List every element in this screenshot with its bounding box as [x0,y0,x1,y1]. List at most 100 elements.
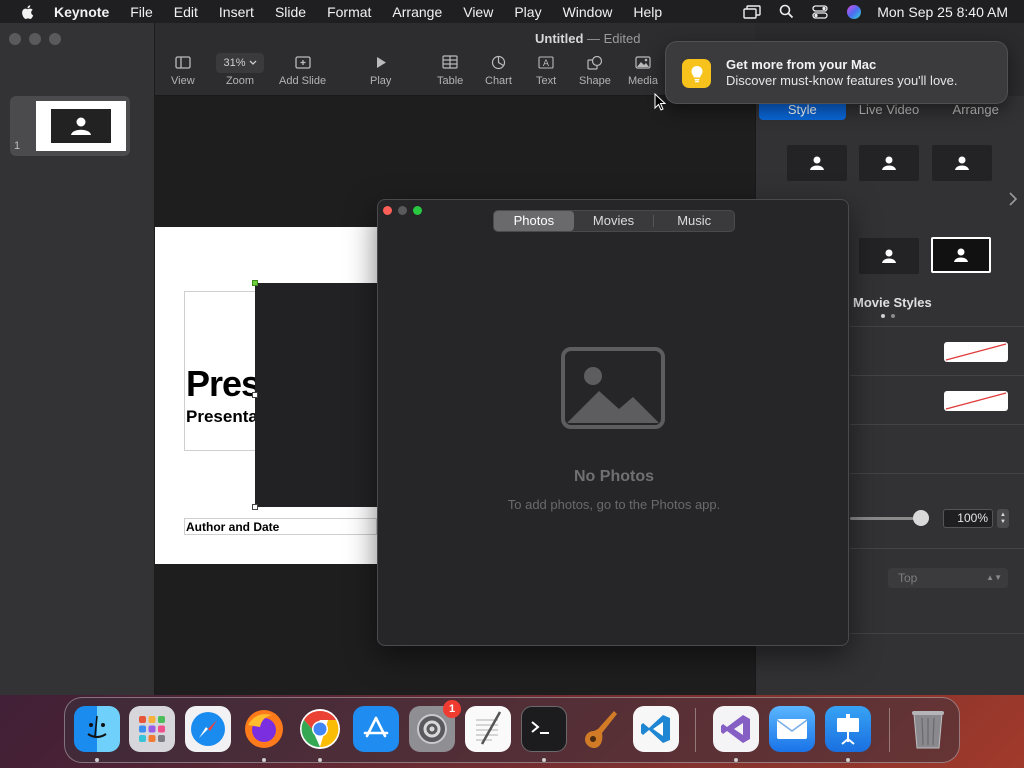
menu-clock[interactable]: Mon Sep 25 8:40 AM [877,4,1008,20]
menu-window[interactable]: Window [563,4,613,20]
divider [850,548,1024,549]
movie-style-3[interactable] [932,145,992,181]
movie-style-6-selected[interactable] [931,237,991,273]
add-slide-button[interactable]: Add Slide [279,53,326,87]
table-label: Table [437,75,464,87]
movie-style-2[interactable] [859,145,919,181]
media-button[interactable]: Media [628,53,658,87]
media-browser: Photos Movies Music No Photos To add pho… [377,199,849,646]
resize-handle-left[interactable] [252,392,258,398]
zoom-select[interactable]: 31% [216,53,264,73]
media-placeholder[interactable] [255,283,377,507]
resize-handle-bottom-left[interactable] [252,504,258,510]
running-indicator [734,758,738,762]
notification-banner[interactable]: Get more from your Mac Discover must-kno… [665,41,1008,104]
window-controls [9,33,69,45]
svg-text:A: A [543,59,550,69]
chart-button[interactable]: Chart [485,53,512,87]
control-center-icon[interactable] [811,4,829,20]
slide-thumbnail-1[interactable] [10,96,130,156]
siri-icon[interactable] [845,4,863,20]
running-indicator [542,758,546,762]
divider [850,375,1024,376]
menu-view[interactable]: View [463,4,493,20]
close-button[interactable] [9,33,21,45]
view-button[interactable]: View [171,53,195,87]
photo-placeholder-icon [561,347,665,429]
menu-arrange[interactable]: Arrange [392,4,442,20]
border-color-swatch[interactable] [944,391,1008,411]
menu-play[interactable]: Play [514,4,541,20]
tab-movies[interactable]: Movies [574,211,654,231]
dock-firefox-icon[interactable] [241,706,287,752]
text-button[interactable]: A Text [536,53,556,87]
menu-slide[interactable]: Slide [275,4,306,20]
menu-insert[interactable]: Insert [219,4,254,20]
dock-textedit-icon[interactable] [465,706,511,752]
slide-subtitle[interactable]: Presenta [186,407,258,427]
dock-safari-icon[interactable] [185,706,231,752]
media-close-button[interactable] [383,206,392,215]
document-name: Untitled [535,31,584,46]
table-button[interactable]: Table [437,53,463,87]
dock-mail-icon[interactable] [769,706,815,752]
dock: 1 [64,697,960,763]
lightbulb-icon [682,59,711,88]
menu-format[interactable]: Format [327,4,371,20]
add-slide-label: Add Slide [279,75,327,87]
minimize-button[interactable] [29,33,41,45]
media-minimize-button[interactable] [398,206,407,215]
movie-style-5[interactable] [859,238,919,274]
slide-navigator: 1 [0,23,155,695]
dock-app-store-icon[interactable] [353,706,399,752]
opacity-slider-track[interactable] [850,517,922,520]
dock-terminal-icon[interactable] [521,706,567,752]
notification-title: Get more from your Mac [726,57,877,72]
rotate-handle[interactable] [252,280,258,286]
dock-system-settings-icon[interactable]: 1 [409,700,461,752]
chevron-right-icon[interactable] [1008,192,1018,206]
dock-chrome-icon[interactable] [297,706,343,752]
media-placeholder-icon [51,109,111,143]
apple-menu-icon[interactable] [20,4,36,20]
zoom-control[interactable]: 31% Zoom [216,53,264,87]
slide[interactable]: Pres Presenta Author and Date [155,227,377,564]
shape-button[interactable]: Shape [579,53,611,87]
menu-edit[interactable]: Edit [174,4,198,20]
dock-trash-icon[interactable] [905,706,951,752]
add-slide-icon [293,53,313,71]
fill-color-swatch[interactable] [944,342,1008,362]
screen-mirroring-icon[interactable] [743,4,761,20]
dock-garageband-icon[interactable] [577,706,623,752]
slide-title[interactable]: Pres [186,363,261,405]
dock-launchpad-icon[interactable] [129,706,175,752]
chart-label: Chart [485,75,512,87]
opacity-slider-knob[interactable] [913,510,929,526]
zoom-button[interactable] [49,33,61,45]
position-select-value: Top [898,571,918,585]
menu-file[interactable]: File [130,4,153,20]
view-label: View [171,75,195,87]
menu-help[interactable]: Help [633,4,662,20]
running-indicator [846,758,850,762]
zoom-value: 31% [223,57,246,69]
dock-keynote-icon[interactable] [825,706,871,752]
play-button[interactable]: Play [370,53,391,87]
menu-app-name[interactable]: Keynote [54,4,109,20]
page-dots[interactable] [881,314,901,318]
opacity-input[interactable]: 100% [943,509,993,528]
chevron-updown-icon: ▲▼ [986,573,1002,582]
media-zoom-button[interactable] [413,206,422,215]
slide-author[interactable]: Author and Date [186,520,279,534]
dock-vscode-icon[interactable] [633,706,679,752]
movie-style-1[interactable] [787,145,847,181]
position-select[interactable]: Top ▲▼ [888,568,1008,588]
spotlight-search-icon[interactable] [777,4,795,20]
dock-visual-studio-icon[interactable] [713,706,759,752]
tab-photos[interactable]: Photos [494,211,574,231]
tab-music[interactable]: Music [654,211,734,231]
table-icon [440,53,460,71]
opacity-stepper[interactable]: ▲ ▼ [997,509,1009,528]
divider [850,633,1024,634]
dock-finder-icon[interactable] [74,706,120,752]
